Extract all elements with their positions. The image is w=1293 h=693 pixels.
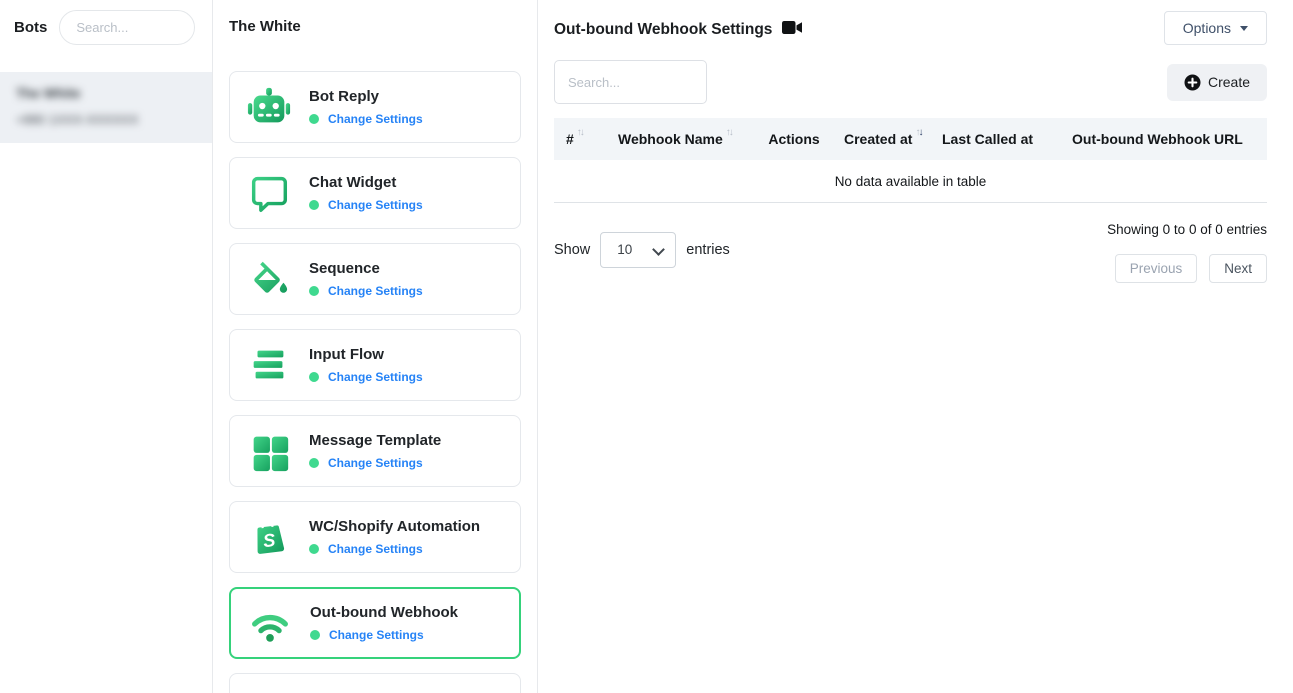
change-settings-link[interactable]: Change Settings [328, 370, 423, 384]
column-header-last-called-at: Last Called at [930, 118, 1060, 160]
column-header-outbound-url: Out-bound Webhook URL [1060, 118, 1267, 160]
menu-card-sequence[interactable]: Sequence Change Settings [229, 243, 521, 315]
page-title: Out-bound Webhook Settings [554, 21, 772, 39]
outbound-webhook-settings-panel: Out-bound Webhook Settings Options [538, 0, 1293, 693]
menu-card-label: WC/Shopify Automation [309, 518, 480, 535]
status-dot-icon [309, 458, 319, 468]
menu-card-bot-reply[interactable]: Bot Reply Change Settings [229, 71, 521, 143]
menu-card-label: Bot Reply [309, 88, 423, 105]
status-dot-icon [309, 286, 319, 296]
page-size-select[interactable]: 10 [600, 232, 676, 268]
entries-label: entries [686, 242, 730, 258]
change-settings-link[interactable]: Change Settings [328, 456, 423, 470]
webhook-search-input[interactable] [554, 60, 707, 104]
bots-header: Bots [0, 0, 212, 55]
status-dot-icon [309, 372, 319, 382]
menu-card-label: Chat Widget [309, 174, 423, 191]
next-page-button[interactable]: Next [1209, 254, 1267, 283]
menu-card-message-template[interactable]: Message Template Change Settings [229, 415, 521, 487]
change-settings-link[interactable]: Change Settings [329, 628, 424, 642]
app-window: Bots The White +880 1XXX-XXXXXX The Whit… [0, 0, 1293, 693]
webhooks-table-header: #↑↓ Webhook Name↑↓ Actions Created at↑↓ … [554, 118, 1267, 160]
bots-panel-title: Bots [14, 19, 47, 36]
svg-text:S: S [262, 530, 276, 551]
change-settings-link[interactable]: Change Settings [328, 112, 423, 126]
menu-card-label: Message Template [309, 432, 441, 449]
column-header-actions: Actions [756, 118, 832, 160]
change-settings-link[interactable]: Change Settings [328, 542, 423, 556]
change-settings-link[interactable]: Change Settings [328, 198, 423, 212]
show-label: Show [554, 242, 590, 258]
webhooks-table: #↑↓ Webhook Name↑↓ Actions Created at↑↓ … [554, 118, 1267, 203]
bot-name-redacted: The White [16, 86, 81, 101]
menu-card-label: Input Flow [309, 346, 423, 363]
menu-card-label: Sequence [309, 260, 423, 277]
column-header-created-at[interactable]: Created at↑↓ [832, 118, 930, 160]
status-dot-icon [309, 114, 319, 124]
plus-circle-icon [1184, 74, 1201, 91]
status-dot-icon [309, 200, 319, 210]
sort-icon: ↑↓ [726, 127, 732, 138]
shopify-bag-icon: S [246, 514, 292, 560]
menu-card-label: Out-bound Webhook [310, 604, 458, 621]
options-button[interactable]: Options [1164, 11, 1267, 45]
menu-card-outbound-webhook[interactable]: Out-bound Webhook Change Settings [229, 587, 521, 659]
status-dot-icon [310, 630, 320, 640]
column-header-webhook-name[interactable]: Webhook Name↑↓ [606, 118, 756, 160]
bots-sidebar: Bots The White +880 1XXX-XXXXXX [0, 0, 213, 693]
bot-list-item-selected[interactable]: The White +880 1XXX-XXXXXX [0, 72, 212, 143]
robot-icon [246, 84, 292, 130]
previous-page-button[interactable]: Previous [1115, 254, 1198, 283]
create-button-label: Create [1208, 74, 1250, 90]
bots-search-input[interactable] [59, 10, 195, 45]
change-settings-link[interactable]: Change Settings [328, 284, 423, 298]
bot-menu-title: The White [229, 18, 521, 35]
bars-icon [246, 342, 292, 388]
wifi-icon [247, 600, 293, 646]
table-empty-message: No data available in table [554, 160, 1267, 203]
bot-phone-redacted: +880 1XXX-XXXXXX [16, 112, 139, 127]
column-header-index[interactable]: #↑↓ [554, 118, 606, 160]
grid-icon [246, 428, 292, 474]
sort-icon-active: ↑↓ [915, 127, 921, 138]
sort-icon: ↑↓ [577, 127, 583, 138]
page-size-select-wrap: 10 [600, 232, 676, 268]
menu-card-partial[interactable] [229, 673, 521, 693]
video-camera-icon [782, 20, 803, 40]
chat-bubble-icon [246, 170, 292, 216]
status-dot-icon [309, 544, 319, 554]
paint-bucket-icon [246, 256, 292, 302]
menu-card-chat-widget[interactable]: Chat Widget Change Settings [229, 157, 521, 229]
menu-card-shopify-automation[interactable]: S WC/Shopify Automation Change Settings [229, 501, 521, 573]
bot-settings-menu: The White Bot Reply [213, 0, 538, 693]
menu-card-input-flow[interactable]: Input Flow Change Settings [229, 329, 521, 401]
entries-summary: Showing 0 to 0 of 0 entries [1107, 222, 1267, 237]
options-button-label: Options [1183, 20, 1231, 36]
caret-down-icon [1240, 26, 1248, 31]
create-button[interactable]: Create [1167, 64, 1267, 101]
